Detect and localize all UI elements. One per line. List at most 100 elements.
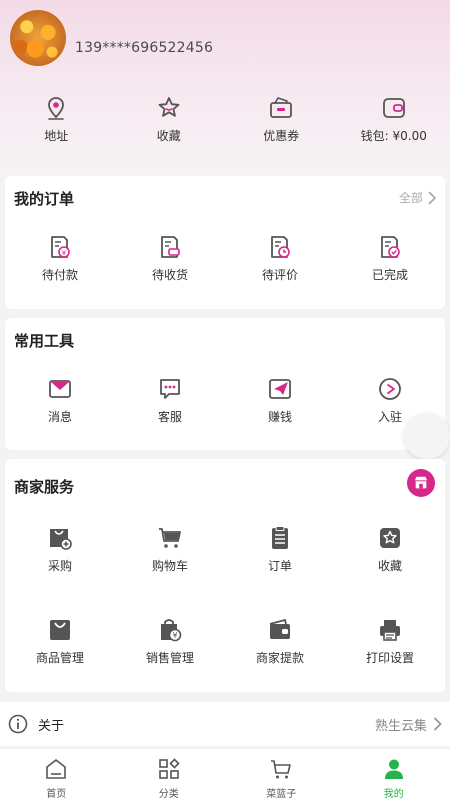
earn-money-icon <box>269 379 291 399</box>
tab-profile-label: 我的 <box>383 789 404 800</box>
tools-row: 消息 客服 赚钱 入驻 <box>5 376 445 425</box>
tab-category-label: 分类 <box>158 789 179 800</box>
merchant-orders[interactable]: 订单 <box>225 525 335 574</box>
order-pending-payment-label: 待付款 <box>41 268 78 282</box>
merchant-print-settings[interactable]: 打印设置 <box>335 617 445 666</box>
about-title: 关于 <box>38 718 65 734</box>
merchant-card: 商家服务 采购 购物车 订单 收藏 商品管理 ¥ 销售管理 商家提款 打印设置 <box>5 459 445 692</box>
purchase-icon <box>50 529 72 550</box>
tool-earn-money[interactable]: 赚钱 <box>225 376 335 425</box>
quick-coupons-label: 优惠券 <box>263 129 300 143</box>
merchant-orders-label: 订单 <box>267 559 292 573</box>
merchant-sales-management-label: 销售管理 <box>145 651 194 665</box>
message-icon <box>49 380 71 398</box>
bottom-tab-bar: 首页 分类 菜篮子 我的 <box>0 748 450 800</box>
basket-icon <box>271 760 292 779</box>
orders-view-all-label: 全部 <box>398 191 423 205</box>
shop-icon <box>414 476 428 489</box>
merchant-purchase[interactable]: 采购 <box>5 525 115 574</box>
pending-receipt-icon <box>161 236 180 258</box>
order-pending-review[interactable]: 待评价 <box>225 234 335 283</box>
floating-assist-button[interactable] <box>404 413 450 459</box>
quick-address-label: 地址 <box>44 129 69 143</box>
merchant-purchase-label: 采购 <box>47 559 72 573</box>
customer-service-icon <box>160 379 180 399</box>
tool-customer-service[interactable]: 客服 <box>115 376 225 425</box>
info-icon <box>8 714 28 734</box>
tab-home[interactable]: 首页 <box>0 749 113 800</box>
tool-message[interactable]: 消息 <box>5 376 115 425</box>
favorite-box-icon <box>380 528 400 548</box>
tab-basket[interactable]: 菜篮子 <box>225 749 338 800</box>
star-icon <box>158 97 180 117</box>
tool-earn-money-label: 赚钱 <box>267 410 292 424</box>
about-app-name-label: 熟生云集 <box>374 718 427 734</box>
completed-icon <box>381 236 400 258</box>
coupon-icon <box>270 97 293 118</box>
tool-message-label: 消息 <box>47 410 72 424</box>
merchant-title: 商家服务 <box>14 478 75 496</box>
orders-title: 我的订单 <box>14 190 75 208</box>
profile-header: 139****696522456 地址 收藏 优惠券 钱包: ¥0.00 <box>0 0 450 172</box>
quick-wallet[interactable]: 钱包: ¥0.00 <box>338 95 450 155</box>
product-management-icon <box>50 620 70 640</box>
tab-profile[interactable]: 我的 <box>338 749 450 800</box>
order-list-icon <box>272 526 288 549</box>
wallet-icon <box>382 98 405 118</box>
order-pending-receipt[interactable]: 待收货 <box>115 234 225 283</box>
about-app-name: 熟生云集 <box>375 715 442 734</box>
order-pending-review-label: 待评价 <box>261 268 298 282</box>
tab-basket-label: 菜篮子 <box>266 789 297 800</box>
tools-card: 常用工具 消息 客服 赚钱 入驻 <box>5 318 445 450</box>
merchant-cart[interactable]: 购物车 <box>115 525 225 574</box>
tool-customer-service-label: 客服 <box>157 410 182 424</box>
quick-favorites-label: 收藏 <box>156 129 181 143</box>
merchant-product-management-label: 商品管理 <box>35 651 84 665</box>
tab-category[interactable]: 分类 <box>113 749 226 800</box>
chevron-right-icon <box>428 190 437 205</box>
about-row[interactable]: 关于 熟生云集 <box>0 702 450 746</box>
sales-management-icon: ¥ <box>161 619 182 642</box>
merchant-cart-label: 购物车 <box>151 559 188 573</box>
pending-review-icon <box>271 236 290 258</box>
phone-number: 139****696522456 <box>75 40 214 56</box>
profile-icon <box>384 759 403 779</box>
merchant-withdraw-label: 商家提款 <box>255 651 304 665</box>
tool-join-label: 入驻 <box>377 410 402 424</box>
merchant-badge[interactable] <box>407 469 435 497</box>
merchant-row-2: 商品管理 ¥ 销售管理 商家提款 打印设置 <box>5 617 445 666</box>
tools-title: 常用工具 <box>14 332 75 350</box>
quick-wallet-label: 钱包: ¥0.00 <box>360 129 427 143</box>
pending-payment-icon: ¥ <box>51 236 70 258</box>
printer-icon <box>380 620 400 641</box>
order-completed-label: 已完成 <box>371 268 408 282</box>
home-icon <box>46 759 67 779</box>
orders-row: ¥ 待付款 待收货 待评价 已完成 <box>5 234 445 283</box>
location-icon <box>48 97 65 120</box>
merchant-favorites-label: 收藏 <box>377 559 402 573</box>
tab-home-label: 首页 <box>46 789 67 800</box>
merchant-sales-management[interactable]: ¥ 销售管理 <box>115 617 225 666</box>
orders-card: 我的订单 全部 ¥ 待付款 待收货 待评价 已完成 <box>5 176 445 309</box>
order-pending-receipt-label: 待收货 <box>151 268 188 282</box>
avatar[interactable] <box>10 10 66 66</box>
join-icon <box>379 378 401 400</box>
merchant-withdraw[interactable]: 商家提款 <box>225 617 335 666</box>
withdraw-icon <box>269 618 290 639</box>
svg-text:¥: ¥ <box>173 631 178 640</box>
quick-coupons[interactable]: 优惠券 <box>225 95 338 155</box>
merchant-print-settings-label: 打印设置 <box>365 651 414 665</box>
quick-actions: 地址 收藏 优惠券 钱包: ¥0.00 <box>0 95 450 155</box>
merchant-favorites[interactable]: 收藏 <box>335 525 445 574</box>
category-icon <box>158 758 180 779</box>
order-completed[interactable]: 已完成 <box>335 234 445 283</box>
quick-address[interactable]: 地址 <box>0 95 113 155</box>
merchant-product-management[interactable]: 商品管理 <box>5 617 115 666</box>
chevron-right-icon <box>433 717 442 731</box>
svg-text:¥: ¥ <box>62 249 67 257</box>
quick-favorites[interactable]: 收藏 <box>113 95 226 155</box>
merchant-row-1: 采购 购物车 订单 收藏 <box>5 525 445 574</box>
cart-icon <box>159 528 181 548</box>
orders-view-all[interactable]: 全部 <box>399 189 437 206</box>
order-pending-payment[interactable]: ¥ 待付款 <box>5 234 115 283</box>
